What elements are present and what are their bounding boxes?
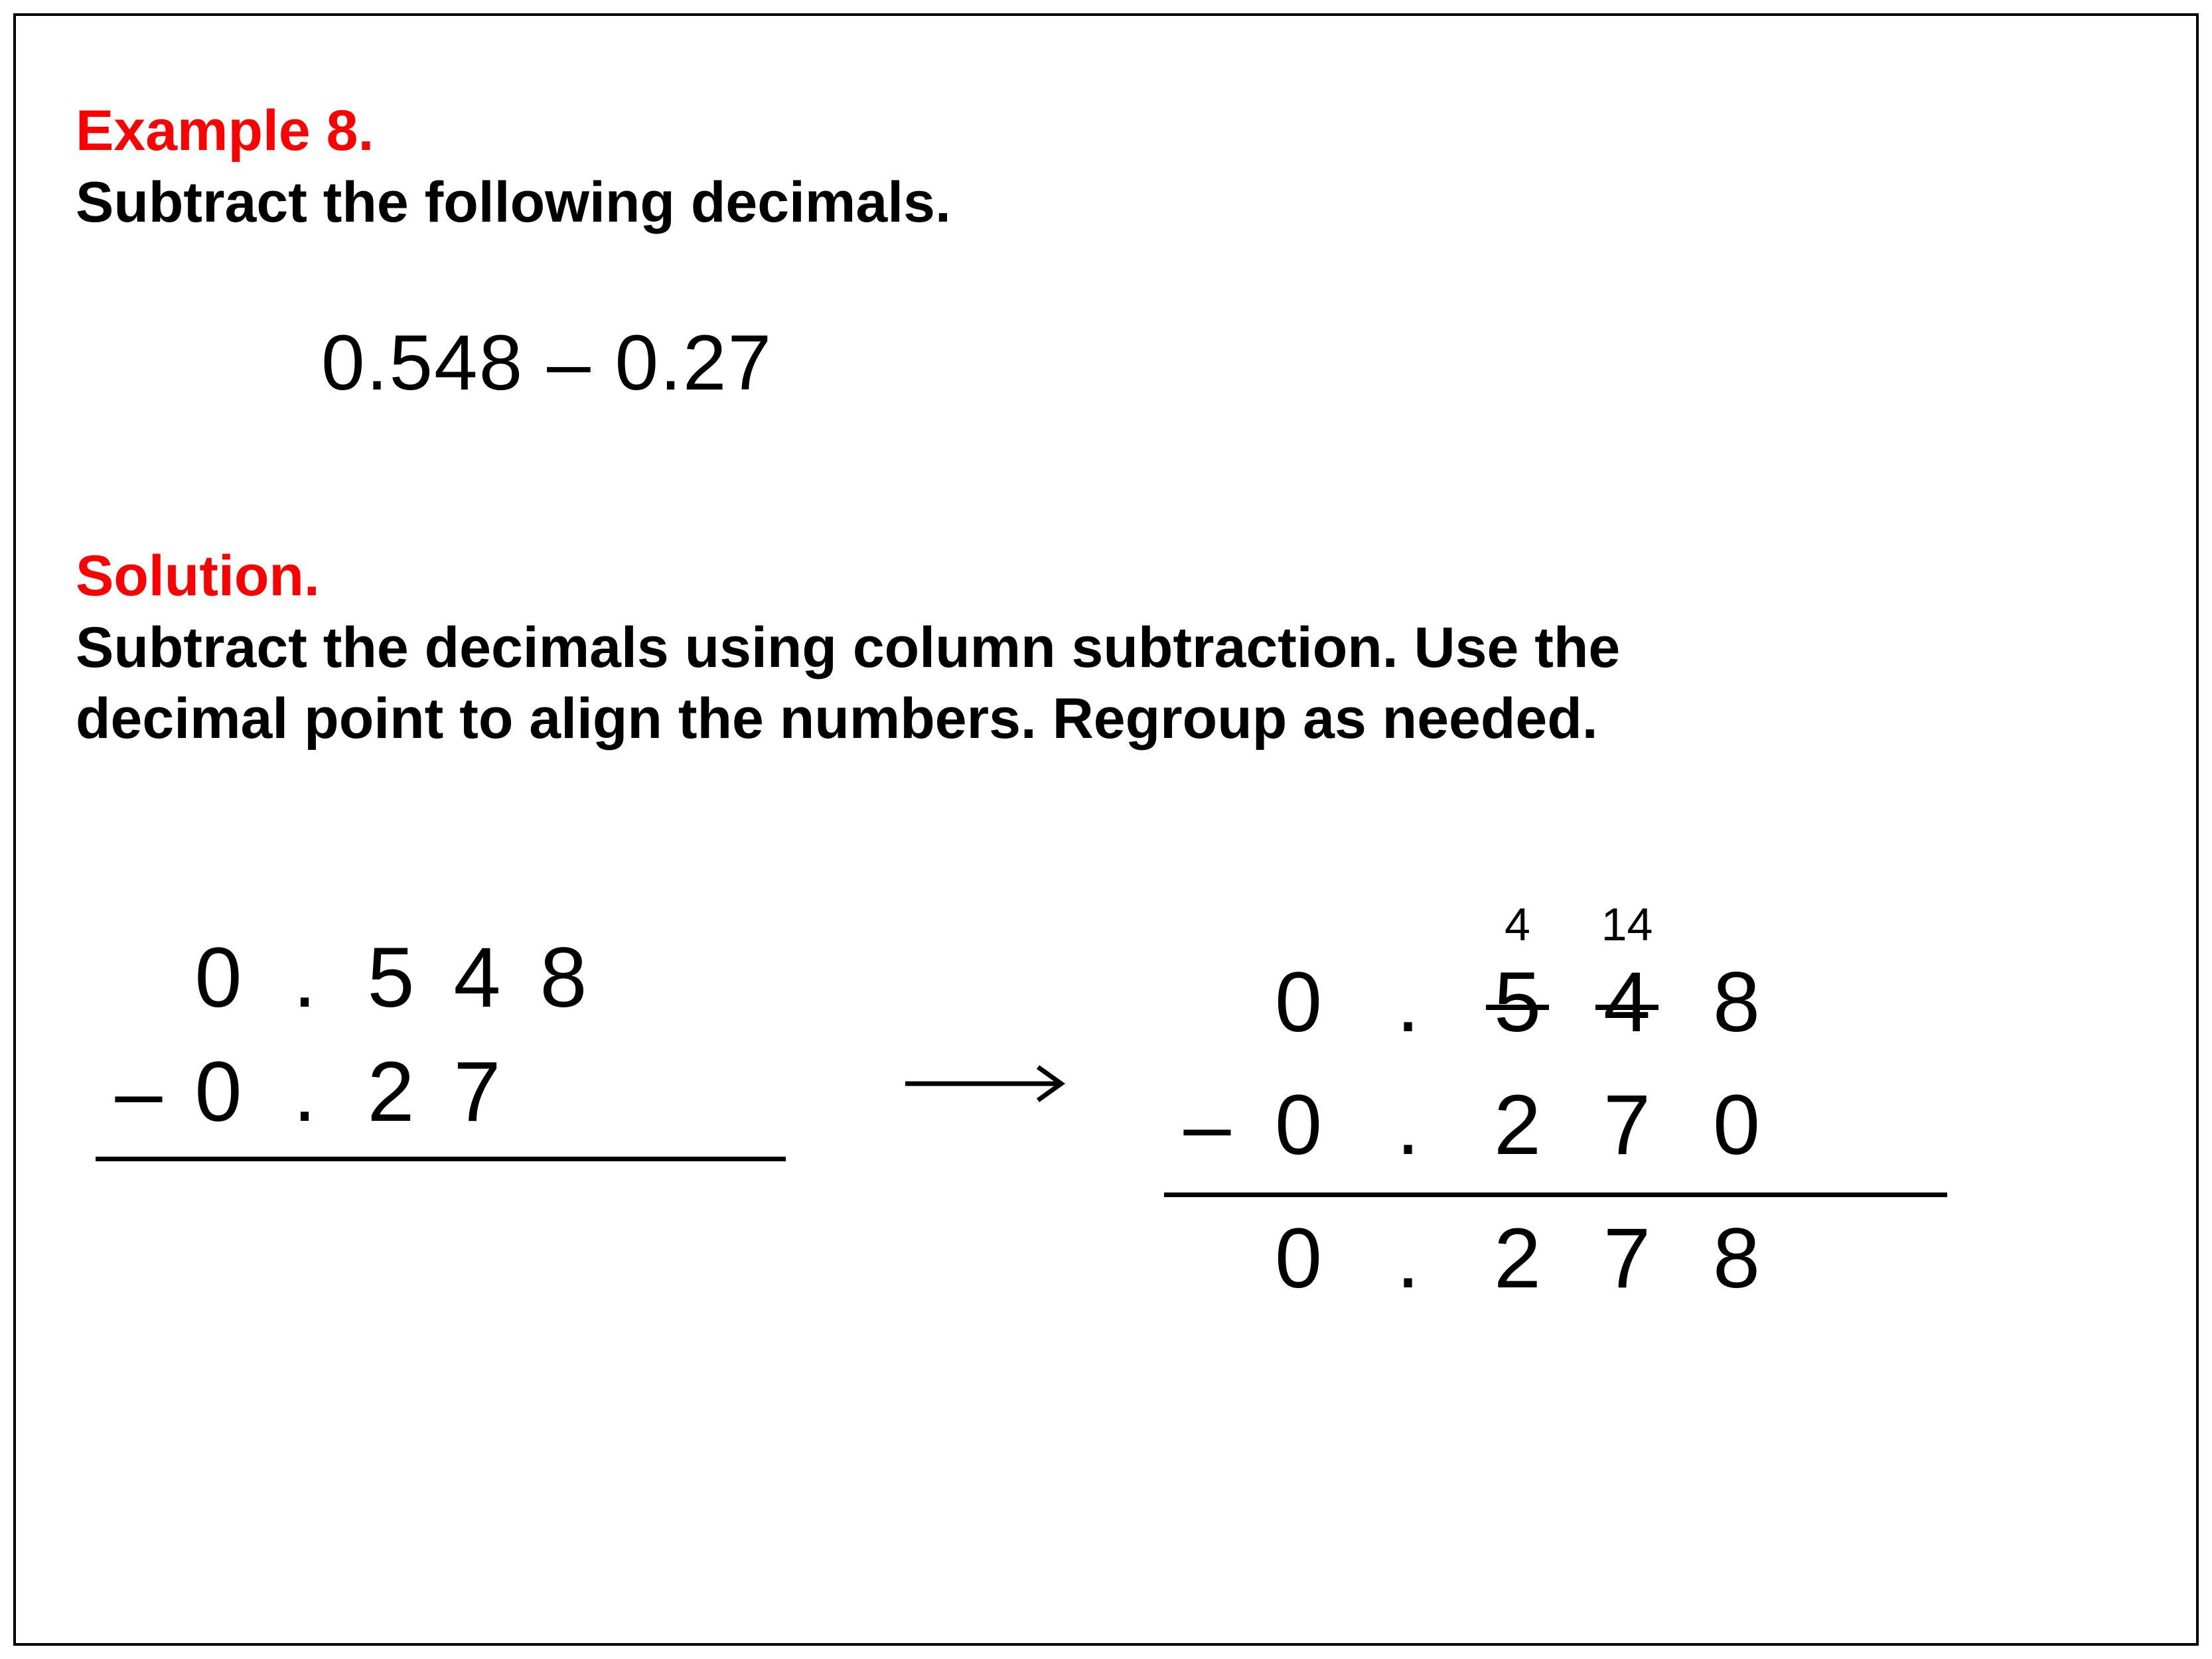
solution-label: Solution.	[76, 544, 320, 608]
left-bottom-d2: 7	[434, 1035, 520, 1150]
arrow-icon	[905, 1077, 1078, 1090]
right-result-row: 0 . 2 7 8	[1171, 1197, 1947, 1321]
right-top-dot: .	[1353, 941, 1463, 1064]
right-top-d2: 4	[1572, 941, 1682, 1064]
subtraction-right: 4 14 0 . 5 4 8 – 0 . 2 7 0	[1171, 901, 1947, 1321]
left-minus: –	[102, 1035, 175, 1150]
right-result-dot: .	[1353, 1197, 1463, 1321]
strike-d2: 4	[1603, 941, 1651, 1064]
right-top-d0: 0	[1244, 941, 1353, 1064]
left-bottom-d1: 2	[348, 1035, 434, 1150]
right-bottom-d1: 2	[1463, 1064, 1572, 1187]
left-top-d2: 4	[434, 921, 520, 1036]
right-bottom-dot: .	[1353, 1064, 1463, 1187]
subtraction-left: 0 . 5 4 8 – 0 . 2 7	[102, 921, 786, 1162]
example-heading: Example 8. Subtract the following decima…	[76, 96, 2136, 238]
left-bottom-d3	[520, 1035, 607, 1150]
right-top-d3: 8	[1682, 941, 1791, 1064]
left-top-d0: 0	[175, 921, 261, 1036]
problem-expression: 0.548 – 0.27	[321, 318, 2136, 408]
right-top-d1: 5	[1463, 941, 1572, 1064]
left-top-row: 0 . 5 4 8	[102, 921, 786, 1036]
left-rule	[96, 1157, 786, 1161]
left-bottom-d0: 0	[175, 1035, 261, 1150]
work-area: 0 . 5 4 8 – 0 . 2 7	[76, 901, 2136, 1498]
solution-text: Subtract the decimals using column subtr…	[76, 613, 1668, 755]
right-result-d1: 2	[1463, 1197, 1572, 1321]
carry-spacer	[1171, 901, 1244, 948]
solution-block: Solution. Subtract the decimals using co…	[76, 541, 2136, 755]
right-bottom-d0: 0	[1244, 1064, 1353, 1187]
right-top-row: 0 . 5 4 8	[1171, 941, 1947, 1064]
left-top-spacer	[102, 921, 175, 1036]
right-bottom-d3: 0	[1682, 1064, 1791, 1187]
left-top-dot: .	[261, 921, 348, 1036]
right-rule	[1164, 1192, 1947, 1197]
right-result-d3: 8	[1682, 1197, 1791, 1321]
right-result-d2: 7	[1572, 1197, 1682, 1321]
right-minus: –	[1171, 1064, 1244, 1187]
strike-d1: 5	[1494, 941, 1541, 1064]
left-top-d3: 8	[520, 921, 607, 1036]
left-bottom-dot: .	[261, 1035, 348, 1150]
right-result-d0: 0	[1244, 1197, 1353, 1321]
example-label: Example 8.	[76, 99, 374, 163]
right-bottom-d2: 7	[1572, 1064, 1682, 1187]
right-result-spacer	[1171, 1197, 1244, 1321]
page-frame: Example 8. Subtract the following decima…	[13, 13, 2199, 1646]
left-top-d1: 5	[348, 921, 434, 1036]
right-bottom-row: – 0 . 2 7 0	[1171, 1064, 1947, 1187]
left-bottom-row: – 0 . 2 7	[102, 1035, 786, 1150]
instruction-text: Subtract the following decimals.	[76, 171, 951, 234]
right-top-spacer	[1171, 941, 1244, 1064]
